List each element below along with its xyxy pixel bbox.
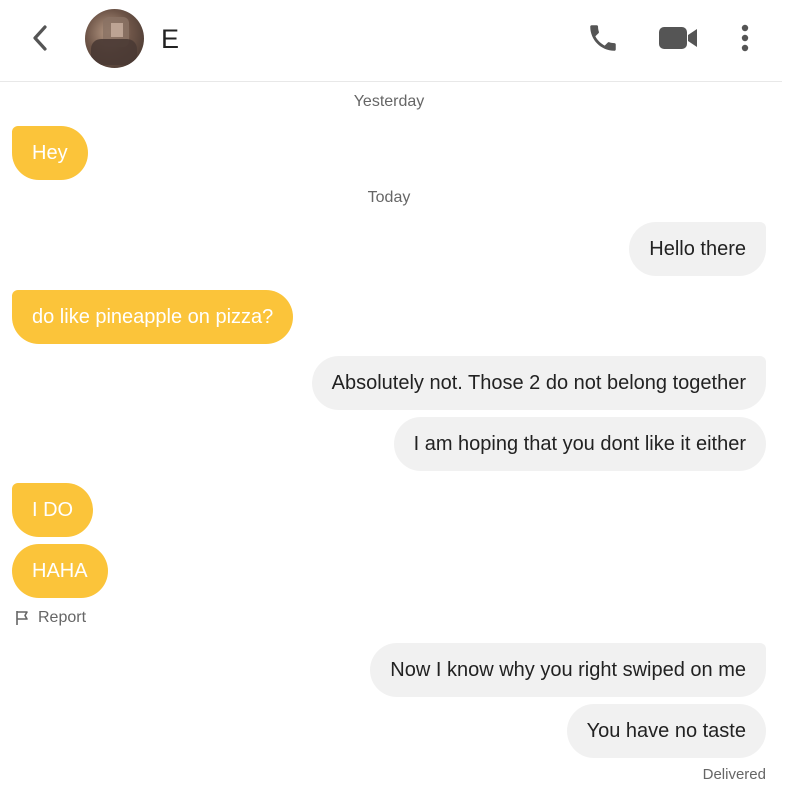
avatar[interactable]	[85, 9, 144, 68]
phone-icon	[590, 25, 616, 51]
message-outgoing[interactable]: Hello there	[629, 222, 766, 276]
message-incoming[interactable]: HAHA	[12, 544, 108, 598]
message-outgoing[interactable]: I am hoping that you dont like it either	[393, 417, 766, 471]
message-incoming[interactable]: do like pineapple on pizza?	[12, 290, 294, 344]
message-outgoing[interactable]: Absolutely not. Those 2 do not belong to…	[311, 356, 766, 410]
delivery-status: Delivered	[702, 766, 766, 783]
contact-name[interactable]: E	[161, 24, 179, 55]
chevron-left-icon	[33, 25, 47, 51]
message-incoming[interactable]: Hey	[12, 126, 88, 180]
video-camera-icon	[659, 27, 697, 49]
message-incoming[interactable]: I DO	[12, 483, 94, 537]
date-separator-today: Today	[367, 189, 411, 206]
report-button[interactable]: Report	[14, 609, 86, 627]
call-button[interactable]	[583, 18, 623, 58]
message-outgoing[interactable]: Now I know why you right swiped on me	[370, 643, 766, 697]
chat-header: E	[0, 0, 782, 82]
date-separator-yesterday: Yesterday	[353, 93, 425, 110]
more-options-button[interactable]	[733, 18, 757, 58]
message-outgoing[interactable]: You have no taste	[566, 704, 766, 758]
report-label: Report	[38, 609, 87, 626]
video-call-button[interactable]	[655, 18, 701, 58]
flag-icon	[16, 611, 28, 625]
more-vertical-icon	[741, 24, 749, 52]
back-button[interactable]	[22, 20, 58, 56]
